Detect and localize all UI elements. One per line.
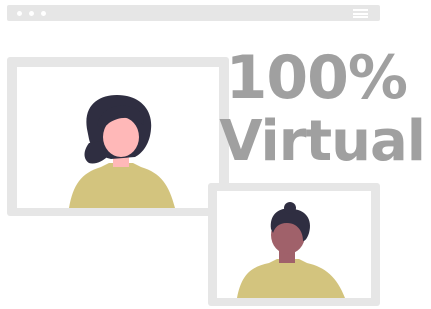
video-frame-small-screen — [217, 191, 371, 298]
hamburger-menu-icon[interactable] — [353, 9, 368, 18]
browser-bar — [7, 5, 380, 21]
woman-avatar-icon — [69, 95, 175, 208]
window-dot-icon — [29, 11, 34, 16]
headline-percent: 100% — [225, 43, 408, 113]
video-frame-small — [208, 183, 380, 306]
headline-virtual: Virtual — [219, 109, 426, 174]
video-frame-large-screen — [17, 67, 219, 208]
man-avatar-icon — [237, 202, 345, 298]
window-dot-icon — [17, 11, 22, 16]
video-frame-large — [7, 57, 229, 216]
window-dot-icon — [41, 11, 46, 16]
